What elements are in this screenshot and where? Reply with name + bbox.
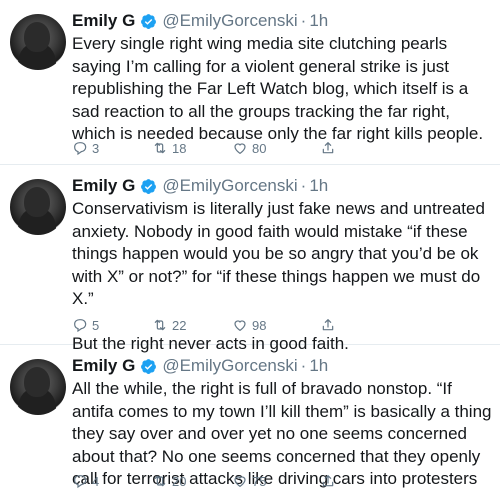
avatar[interactable] [10, 359, 66, 415]
share-button[interactable] [320, 473, 340, 489]
retweet-count: 20 [172, 473, 187, 489]
share-icon [322, 319, 334, 331]
reply-count: 3 [92, 140, 100, 156]
retweet-icon [154, 475, 166, 487]
reply-icon [74, 319, 87, 333]
like-icon [234, 476, 246, 488]
like-button[interactable]: 75 [232, 473, 312, 489]
author-handle[interactable]: @EmilyGorcenski [162, 10, 297, 32]
avatar[interactable] [10, 179, 66, 235]
retweet-button[interactable]: 22 [152, 317, 232, 333]
reply-button[interactable]: 4 [72, 473, 152, 489]
like-count: 80 [252, 140, 267, 156]
like-count: 75 [252, 473, 267, 489]
separator-dot: · [300, 176, 307, 195]
tweet-content: Emily G @EmilyGorcenski · 1h Every singl… [72, 10, 492, 146]
like-count: 98 [252, 317, 267, 333]
tweet-content: Emily G @EmilyGorcenski · 1h All the whi… [72, 355, 492, 491]
like-icon [234, 320, 246, 332]
retweet-count: 22 [172, 317, 187, 333]
retweet-icon [154, 319, 166, 331]
avatar[interactable] [10, 14, 66, 70]
tweet-header: Emily G @EmilyGorcenski · 1h [72, 10, 492, 32]
author-name[interactable]: Emily G [72, 175, 135, 197]
verified-badge-icon [141, 358, 157, 374]
like-icon [234, 143, 246, 155]
tweet-header: Emily G @EmilyGorcenski · 1h [72, 175, 492, 197]
share-icon [322, 142, 334, 154]
reply-count: 4 [92, 473, 100, 489]
reply-button[interactable]: 3 [72, 140, 152, 156]
author-handle[interactable]: @EmilyGorcenski [162, 355, 297, 377]
tweet-text: Every single right wing media site clutc… [72, 34, 484, 143]
share-button[interactable] [320, 317, 340, 333]
verified-badge-icon [141, 13, 157, 29]
retweet-icon [154, 142, 166, 154]
retweet-button[interactable]: 18 [152, 140, 232, 156]
reply-icon [74, 475, 87, 489]
separator-dot: · [300, 356, 307, 375]
tweet-actions: 4 20 75 [72, 473, 340, 489]
retweet-button[interactable]: 20 [152, 473, 232, 489]
timestamp[interactable]: 1h [309, 175, 328, 197]
tweet-feed: Emily G @EmilyGorcenski · 1h Every singl… [0, 0, 500, 500]
tweet-actions: 5 22 98 [72, 317, 340, 333]
tweet-actions: 3 18 80 [72, 140, 340, 156]
tweet[interactable]: Emily G @EmilyGorcenski · 1h All the whi… [0, 345, 500, 500]
timestamp[interactable]: 1h [309, 355, 328, 377]
like-button[interactable]: 98 [232, 317, 312, 333]
author-name[interactable]: Emily G [72, 355, 135, 377]
retweet-count: 18 [172, 140, 187, 156]
verified-badge-icon [141, 178, 157, 194]
separator-dot: · [300, 11, 307, 30]
author-handle[interactable]: @EmilyGorcenski [162, 175, 297, 197]
share-icon [322, 475, 334, 487]
timestamp[interactable]: 1h [309, 10, 328, 32]
reply-button[interactable]: 5 [72, 317, 152, 333]
tweet-header: Emily G @EmilyGorcenski · 1h [72, 355, 492, 377]
tweet[interactable]: Emily G @EmilyGorcenski · 1h Every singl… [0, 0, 500, 165]
author-name[interactable]: Emily G [72, 10, 135, 32]
reply-count: 5 [92, 317, 100, 333]
like-button[interactable]: 80 [232, 140, 312, 156]
reply-icon [74, 142, 87, 156]
tweet[interactable]: Emily G @EmilyGorcenski · 1h Conservativ… [0, 165, 500, 353]
share-button[interactable] [320, 140, 340, 156]
